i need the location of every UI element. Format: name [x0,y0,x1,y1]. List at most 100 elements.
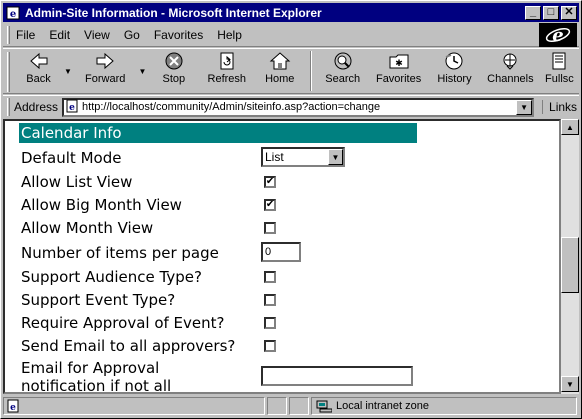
refresh-icon [220,52,234,70]
links-button[interactable]: Links [542,100,577,114]
zone-label: Local intranet zone [336,400,429,412]
default-mode-select[interactable]: List ▼ [261,147,345,167]
select-dropdown-icon[interactable]: ▼ [328,149,343,165]
ie-logo-icon: e [539,23,577,47]
menu-favorites[interactable]: Favorites [154,28,203,42]
stop-label: Stop [162,73,186,85]
stop-button[interactable]: Stop [147,49,200,91]
search-label: Search [325,73,361,85]
address-label: Address [14,100,59,114]
audience-checkbox[interactable] [264,271,276,283]
default-mode-label: Default Mode [21,149,122,167]
title-bar: e Admin-Site Information - Microsoft Int… [3,3,579,22]
refresh-label: Refresh [207,73,247,85]
home-label: Home [265,73,295,85]
back-button[interactable]: Back [14,49,63,91]
maximize-button[interactable]: □ [543,5,559,20]
menu-bar: File Edit View Go Favorites Help e [3,23,579,47]
require-approval-label: Require Approval of Event? [21,314,225,332]
search-icon [334,52,352,70]
back-arrow-icon [29,52,47,70]
favorites-icon: ✱ [389,54,409,69]
status-bar: e Local intranet zone [3,396,579,416]
svg-text:e: e [552,25,563,46]
send-email-label: Send Email to all approvers? [21,337,236,355]
status-progress [267,397,287,415]
stop-icon [165,52,183,70]
home-button[interactable]: Home [253,49,306,91]
allow-big-month-label: Allow Big Month View [21,196,182,214]
vertical-scrollbar[interactable]: ▲ ▼ [561,119,579,394]
svg-text:e: e [69,103,75,113]
audience-label: Support Audience Type? [21,268,202,286]
forward-arrow-icon [96,52,114,70]
email-approval-input[interactable] [261,366,413,386]
address-bar: Address e http://localhost/community/Adm… [3,95,579,118]
email-approval-label-line1: Email for Approval [21,359,160,377]
status-secure [289,397,309,415]
page-icon: e [65,99,79,116]
menu-help[interactable]: Help [217,28,242,42]
svg-text:e: e [10,9,16,20]
toolbar-separator [310,51,313,91]
address-dropdown-icon[interactable]: ▼ [516,99,533,115]
fullscreen-button[interactable]: Fullsc [540,49,579,91]
refresh-button[interactable]: Refresh [200,49,253,91]
channels-label: Channels [487,73,534,85]
allow-month-label: Allow Month View [21,219,154,237]
back-label: Back [26,73,51,85]
page-content: Calendar Info Default Mode List ▼ Allow L… [3,119,561,394]
address-grip[interactable] [7,98,10,116]
require-approval-checkbox[interactable] [264,317,276,329]
items-per-page-input[interactable]: 0 [261,242,301,262]
status-main: e [3,397,265,415]
history-label: History [437,73,472,85]
default-mode-value: List [265,150,284,164]
menu-edit[interactable]: Edit [49,28,70,42]
forward-dropdown-icon[interactable]: ▼ [138,49,148,76]
favorites-label: Favorites [375,73,422,85]
intranet-zone-icon [316,400,332,413]
menu-file[interactable]: File [16,28,35,42]
allow-month-checkbox[interactable] [264,222,276,234]
channels-icon [503,53,517,70]
page-status-icon: e [7,399,19,413]
scroll-thumb[interactable] [561,237,579,293]
svg-text:✱: ✱ [395,58,403,68]
address-input[interactable]: e http://localhost/community/Admin/sitei… [62,97,535,117]
allow-list-checkbox[interactable]: ✔ [264,176,276,188]
items-per-page-label: Number of items per page [21,244,219,262]
email-approval-label-line2: notification if not all [21,377,172,394]
event-type-label: Support Event Type? [21,291,176,309]
toolbar-grip[interactable] [7,52,10,92]
channels-button[interactable]: Channels [481,49,540,91]
event-type-checkbox[interactable] [264,294,276,306]
window-title: Admin-Site Information - Microsoft Inter… [25,5,322,20]
scroll-up-icon[interactable]: ▲ [561,119,579,135]
history-button[interactable]: History [428,49,481,91]
ie-window-icon[interactable]: e [5,5,21,21]
send-email-checkbox[interactable] [264,340,276,352]
section-header: Calendar Info [19,123,417,143]
search-button[interactable]: Search [316,49,369,91]
svg-text:e: e [10,403,16,413]
forward-button[interactable]: Forward [73,49,138,91]
menu-go[interactable]: Go [124,28,140,42]
allow-list-label: Allow List View [21,173,133,191]
address-url: http://localhost/community/Admin/siteinf… [82,101,381,113]
close-button[interactable]: ✕ [561,5,577,20]
fullscreen-icon [552,52,566,70]
forward-label: Forward [85,73,126,85]
menu-view[interactable]: View [84,28,110,42]
scroll-down-icon[interactable]: ▼ [561,376,579,392]
menu-grip[interactable] [7,25,10,44]
browser-window: e Admin-Site Information - Microsoft Int… [0,0,582,419]
favorites-button[interactable]: ✱ Favorites [369,49,428,91]
history-icon [445,52,463,70]
fullscreen-label: Fullsc [545,73,574,85]
home-icon [269,52,291,70]
standard-toolbar: Back ▼ Forward ▼ Stop Refresh Home Searc… [3,48,579,94]
minimize-button[interactable]: _ [525,5,541,20]
back-dropdown-icon[interactable]: ▼ [63,49,73,76]
allow-big-month-checkbox[interactable]: ✔ [264,199,276,211]
